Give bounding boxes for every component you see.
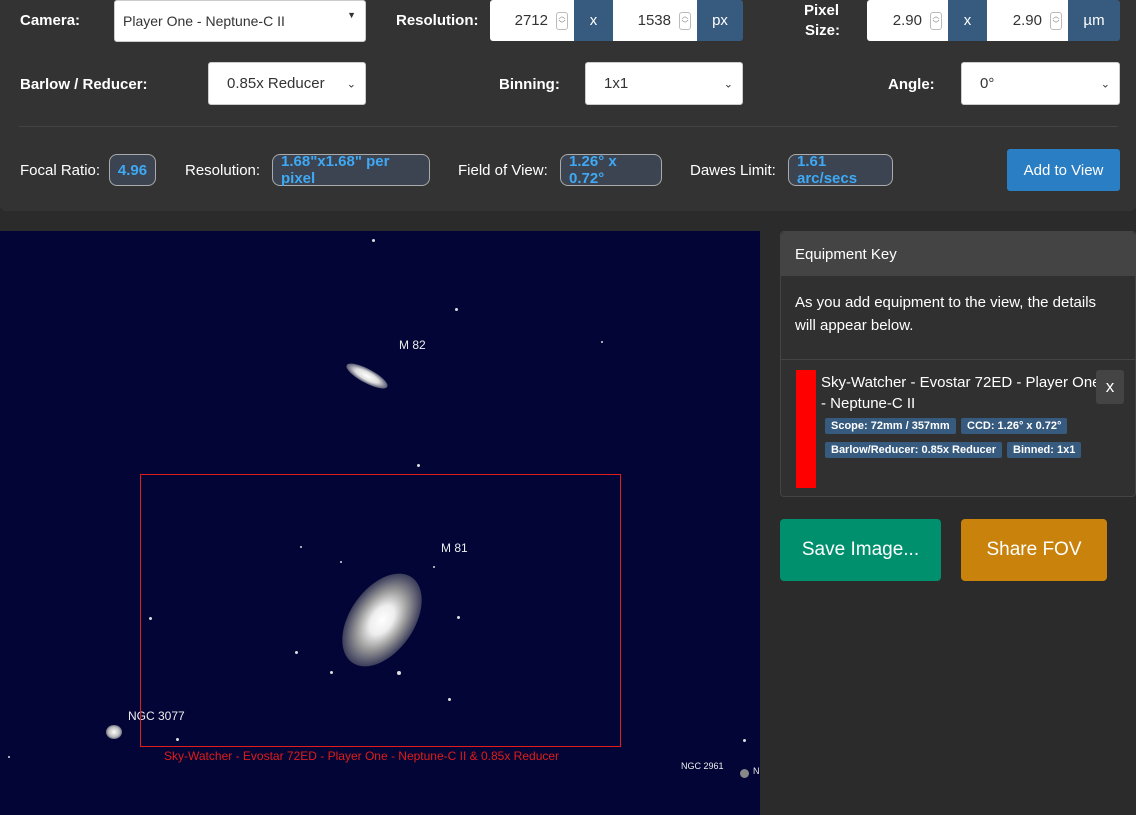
fov-label: Field of View:	[458, 162, 548, 179]
equipment-item-name: Sky-Watcher - Evostar 72ED - Player One …	[821, 374, 1101, 412]
fov-rectangle[interactable]	[140, 474, 621, 747]
pixel-x: x	[948, 0, 987, 41]
pixel-size-label-line1: Pixel	[804, 2, 840, 19]
dawes-badge: 1.61 arc/secs	[788, 153, 893, 187]
resolution-x: x	[574, 0, 613, 41]
star	[455, 308, 458, 311]
settings-panel: Camera: Player One - Neptune-C II ▼ Reso…	[0, 0, 1136, 211]
pixel-unit: µm	[1068, 0, 1120, 41]
scope-tag: Scope: 72mm / 357mm	[825, 418, 956, 434]
m82-label: M 82	[399, 338, 426, 352]
resolution-height-input[interactable]: 1538 ︿ ﹀	[613, 0, 697, 41]
angle-value: 0°	[980, 75, 995, 92]
pixel-height-value: 2.90	[1012, 12, 1042, 29]
equipment-key-description: As you add equipment to the view, the de…	[781, 276, 1135, 360]
focal-ratio-badge: 4.96	[109, 154, 156, 186]
save-image-button[interactable]: Save Image...	[780, 519, 941, 581]
ccd-tag: CCD: 1.26° x 0.72°	[961, 418, 1068, 434]
spinner-icon[interactable]: ︿ ﹀	[1050, 11, 1062, 30]
star	[417, 464, 420, 467]
binning-select[interactable]: 1x1 ⌄	[585, 62, 743, 105]
resolution-label: Resolution:	[396, 12, 479, 29]
binning-label: Binning:	[499, 76, 560, 93]
add-to-view-button[interactable]: Add to View	[1007, 149, 1120, 191]
chevron-down-icon: ⌄	[1100, 78, 1110, 90]
barlow-value: 0.85x Reducer	[227, 75, 325, 92]
barlow-label: Barlow / Reducer:	[20, 76, 148, 93]
star	[8, 756, 10, 758]
binning-value: 1x1	[604, 75, 629, 92]
pixel-size-label-line2: Size:	[805, 22, 841, 39]
caret-down-icon: ▼	[347, 10, 356, 20]
galaxy-ngc2961	[740, 769, 749, 778]
fov-caption: Sky-Watcher - Evostar 72ED - Player One …	[164, 749, 560, 763]
divider	[19, 126, 1118, 127]
star	[743, 739, 746, 742]
ngc2961-label: NGC 2961	[681, 761, 724, 771]
spinner-icon[interactable]: ︿ ﹀	[679, 11, 691, 30]
share-fov-button[interactable]: Share FOV	[961, 519, 1107, 581]
equipment-item: Sky-Watcher - Evostar 72ED - Player One …	[796, 370, 1136, 488]
star	[372, 239, 375, 242]
focal-ratio-label: Focal Ratio:	[20, 162, 101, 179]
barlow-select[interactable]: 0.85x Reducer ⌄	[208, 62, 366, 105]
camera-label: Camera:	[20, 12, 81, 29]
camera-value: Player One - Neptune-C II	[123, 13, 285, 29]
chevron-down-icon: ⌄	[723, 78, 733, 90]
star	[601, 341, 603, 343]
barlow-tag: Barlow/Reducer: 0.85x Reducer	[825, 442, 1003, 458]
remove-equipment-button[interactable]: x	[1096, 370, 1124, 404]
binned-tag: Binned: 1x1	[1007, 442, 1082, 458]
resolution-unit: px	[697, 0, 743, 41]
chevron-down-icon: ⌄	[346, 78, 356, 90]
galaxy-m82	[343, 359, 391, 393]
angle-label: Angle:	[888, 76, 935, 93]
camera-select[interactable]: Player One - Neptune-C II ▼	[114, 0, 366, 42]
resolution-height-value: 1538	[637, 12, 671, 29]
dawes-label: Dawes Limit:	[690, 162, 776, 179]
resolution-width-input[interactable]: 2712 ︿ ﹀	[490, 0, 574, 41]
angle-select[interactable]: 0° ⌄	[961, 62, 1120, 105]
sky-view[interactable]: M 82 M 81 NGC 3077 NGC 2961 N Sky-Watche…	[0, 231, 760, 815]
pixel-height-input[interactable]: 2.90 ︿ ﹀	[987, 0, 1068, 41]
fov-badge: 1.26° x 0.72°	[560, 153, 662, 187]
pixel-width-value: 2.90	[892, 12, 922, 29]
equipment-key-panel: Equipment Key As you add equipment to th…	[780, 231, 1136, 497]
spinner-icon[interactable]: ︿ ﹀	[556, 11, 568, 30]
stat-resolution-label: Resolution:	[185, 162, 261, 179]
resolution-width-value: 2712	[514, 12, 548, 29]
equipment-color-swatch	[796, 370, 816, 488]
galaxy-ngc3077	[106, 725, 122, 739]
pixel-width-input[interactable]: 2.90 ︿ ﹀	[867, 0, 948, 41]
ngc-partial-label: N	[753, 766, 760, 776]
resolution-badge: 1.68"x1.68" per pixel	[272, 153, 430, 187]
equipment-key-title: Equipment Key	[781, 232, 1135, 276]
spinner-icon[interactable]: ︿ ﹀	[930, 11, 942, 30]
